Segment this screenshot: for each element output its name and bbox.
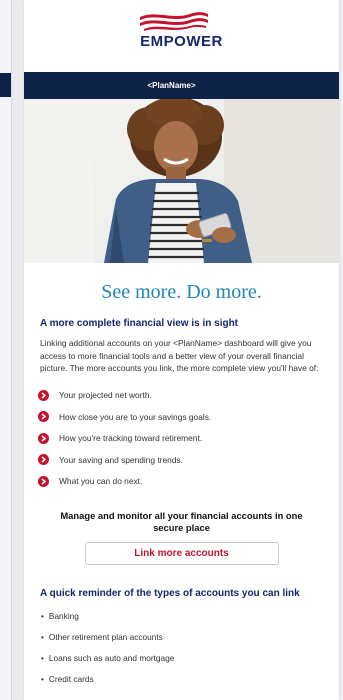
chevron-right-icon: [38, 475, 49, 487]
list-item-text: Banking: [48, 611, 79, 621]
list-item-text: Your projected net worth.: [59, 390, 152, 401]
chevron-right-icon: [38, 432, 49, 444]
hero-image: [24, 99, 339, 263]
list-item-text: Other retirement plan accounts: [48, 632, 163, 642]
list-item-text: How you're tracking toward retirement.: [59, 433, 203, 444]
list-item: How you're tracking toward retirement.: [38, 428, 339, 450]
link-more-accounts-button[interactable]: Link more accounts: [84, 542, 279, 565]
list-item: Your projected net worth.: [38, 385, 339, 407]
list-item: Your saving and spending trends.: [38, 449, 339, 471]
chevron-right-icon: [38, 389, 49, 401]
plan-name-bar: <PlanName>: [24, 72, 339, 99]
logo-area: EMPOWER: [24, 0, 339, 72]
chevron-right-icon: [38, 454, 49, 466]
list-item: What you can do next.: [38, 471, 339, 493]
intro-paragraph: Linking additional accounts on your <Pla…: [40, 338, 319, 373]
bullet-dot-icon: •: [41, 653, 44, 663]
section-title-account-types: A quick reminder of the types of account…: [40, 588, 300, 599]
list-item-text: Credit cards: [48, 674, 94, 684]
section-title-financial-view: A more complete financial view is in sig…: [40, 318, 239, 329]
left-panel-band: [0, 73, 11, 97]
list-item-text: Loans such as auto and mortgage: [48, 653, 175, 663]
bullet-dot-icon: •: [41, 674, 44, 684]
list-item-text: Your saving and spending trends.: [59, 454, 184, 465]
account-types-list: • Banking • Other retirement plan accounts…: [41, 609, 339, 693]
list-item: How close you are to your savings goals.: [38, 406, 339, 428]
brand-logo-text: EMPOWER: [140, 33, 223, 50]
benefits-list: Your projected net worth. How close you …: [38, 385, 339, 493]
bullet-dot-icon: •: [41, 611, 44, 621]
list-item-text: How close you are to your savings goals.: [59, 411, 212, 422]
list-item: • Loans such as auto and mortgage: [41, 651, 339, 672]
list-item: • Other retirement plan accounts: [41, 630, 339, 651]
list-item: • Banking: [41, 609, 339, 630]
left-panel-edge: [0, 0, 12, 700]
bullet-dot-icon: •: [41, 632, 44, 642]
list-item-text: What you can do next.: [59, 476, 143, 487]
chevron-right-icon: [38, 411, 49, 423]
headline: See more. Do more.: [101, 281, 262, 303]
empower-flag-icon: [140, 12, 208, 31]
cta-description: Manage and monitor all your financial ac…: [60, 510, 303, 533]
email-page: EMPOWER <PlanName> See more. Do more. A …: [24, 0, 339, 700]
hero-illustration: [24, 99, 339, 263]
list-item: • Credit cards: [41, 672, 339, 693]
